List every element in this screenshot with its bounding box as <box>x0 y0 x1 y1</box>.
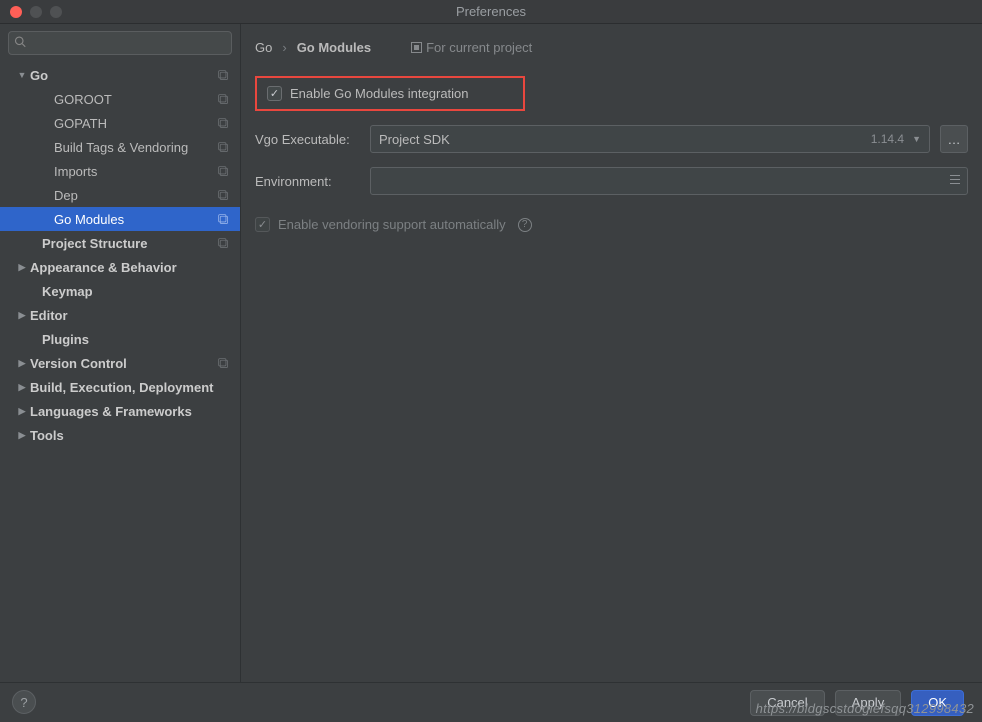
breadcrumb-root[interactable]: Go <box>255 40 272 55</box>
copy-icon <box>217 213 230 226</box>
copy-icon <box>217 117 230 130</box>
tree-item-dep[interactable]: Dep <box>0 183 240 207</box>
vgo-label: Vgo Executable: <box>255 132 360 147</box>
tree-item-label: Dep <box>54 188 78 203</box>
env-row: Environment: <box>255 167 968 195</box>
tree-item-appearance-behavior[interactable]: ▶Appearance & Behavior <box>0 255 240 279</box>
env-input[interactable] <box>370 167 968 195</box>
expand-arrow-icon: ▶ <box>16 310 28 321</box>
env-label: Environment: <box>255 174 360 189</box>
tree-item-go[interactable]: ▼Go <box>0 63 240 87</box>
copy-icon <box>217 141 230 154</box>
vgo-browse-button[interactable]: … <box>940 125 968 153</box>
sidebar: ▼Go GOROOT GOPATH Build Tags & Vendoring Imp… <box>0 24 241 682</box>
tree-item-build-tags-vendoring[interactable]: Build Tags & Vendoring <box>0 135 240 159</box>
enable-modules-label[interactable]: Enable Go Modules integration <box>290 86 469 101</box>
window-title: Preferences <box>0 4 982 19</box>
tree-item-go-modules[interactable]: Go Modules <box>0 207 240 231</box>
ok-button[interactable]: OK <box>911 690 964 716</box>
vgo-row: Vgo Executable: Project SDK 1.14.4 ▼ … <box>255 125 968 153</box>
help-button[interactable]: ? <box>12 690 36 714</box>
tree-item-label: Project Structure <box>42 236 147 251</box>
tree-item-label: Appearance & Behavior <box>30 260 177 275</box>
tree-item-label: Imports <box>54 164 97 179</box>
tree-item-project-structure[interactable]: Project Structure <box>0 231 240 255</box>
tree-item-label: GOROOT <box>54 92 112 107</box>
tree-item-label: Plugins <box>42 332 89 347</box>
for-current-project: For current project <box>411 40 532 55</box>
tree-item-label: Tools <box>30 428 64 443</box>
tree-item-label: Editor <box>30 308 68 323</box>
copy-icon <box>217 357 230 370</box>
enable-modules-checkbox[interactable] <box>267 86 282 101</box>
tree-item-tools[interactable]: ▶Tools <box>0 423 240 447</box>
search-input[interactable] <box>8 31 232 55</box>
breadcrumb: Go › Go Modules For current project <box>255 34 968 60</box>
tree-item-label: Build Tags & Vendoring <box>54 140 188 155</box>
copy-icon <box>217 189 230 202</box>
chevron-down-icon: ▼ <box>912 134 921 144</box>
content-panel: Go › Go Modules For current project Enab… <box>241 24 982 682</box>
vgo-select[interactable]: Project SDK 1.14.4 ▼ <box>370 125 930 153</box>
tree-item-goroot[interactable]: GOROOT <box>0 87 240 111</box>
tree-item-imports[interactable]: Imports <box>0 159 240 183</box>
copy-icon <box>217 93 230 106</box>
tree-item-label: Go <box>30 68 48 83</box>
main-area: ▼GoGOROOTGOPATHBuild Tags & VendoringImp… <box>0 24 982 682</box>
vgo-version: 1.14.4 <box>871 132 904 146</box>
tree-item-label: Languages & Frameworks <box>30 404 192 419</box>
tree-item-editor[interactable]: ▶Editor <box>0 303 240 327</box>
copy-icon <box>217 237 230 250</box>
apply-button[interactable]: Apply <box>835 690 902 716</box>
tree-item-keymap[interactable]: Keymap <box>0 279 240 303</box>
tree-item-label: GOPATH <box>54 116 107 131</box>
copy-icon <box>217 165 230 178</box>
expand-arrow-icon: ▶ <box>16 262 28 273</box>
enable-modules-highlight: Enable Go Modules integration <box>255 76 525 111</box>
project-scope-icon <box>411 42 422 53</box>
breadcrumb-sep: › <box>282 40 286 55</box>
expand-arrow-icon: ▶ <box>16 358 28 369</box>
vendoring-row: Enable vendoring support automatically ? <box>255 217 968 232</box>
tree-item-version-control[interactable]: ▶Version Control <box>0 351 240 375</box>
tree-item-build-execution-deployment[interactable]: ▶Build, Execution, Deployment <box>0 375 240 399</box>
tree-item-label: Go Modules <box>54 212 124 227</box>
tree-item-plugins[interactable]: Plugins <box>0 327 240 351</box>
expand-arrow-icon: ▶ <box>16 430 28 441</box>
breadcrumb-leaf: Go Modules <box>297 40 371 55</box>
tree-item-languages-frameworks[interactable]: ▶Languages & Frameworks <box>0 399 240 423</box>
vgo-value: Project SDK <box>379 132 450 147</box>
titlebar: Preferences <box>0 0 982 24</box>
copy-icon <box>217 69 230 82</box>
list-icon[interactable] <box>949 174 961 189</box>
cancel-button[interactable]: Cancel <box>750 690 824 716</box>
tree-item-label: Build, Execution, Deployment <box>30 380 213 395</box>
expand-arrow-icon: ▶ <box>16 406 28 417</box>
tree-item-label: Keymap <box>42 284 93 299</box>
for-current-project-label: For current project <box>426 40 532 55</box>
expand-arrow-icon: ▼ <box>16 70 28 80</box>
expand-arrow-icon: ▶ <box>16 382 28 393</box>
search-wrap <box>0 24 240 61</box>
help-icon[interactable]: ? <box>518 218 532 232</box>
vendoring-label: Enable vendoring support automatically <box>278 217 506 232</box>
vendoring-checkbox <box>255 217 270 232</box>
tree-item-label: Version Control <box>30 356 127 371</box>
dialog-footer: ? Cancel Apply OK <box>0 682 982 722</box>
tree-item-gopath[interactable]: GOPATH <box>0 111 240 135</box>
settings-tree: ▼Go GOROOT GOPATH Build Tags & Vendoring Imp… <box>0 61 240 682</box>
